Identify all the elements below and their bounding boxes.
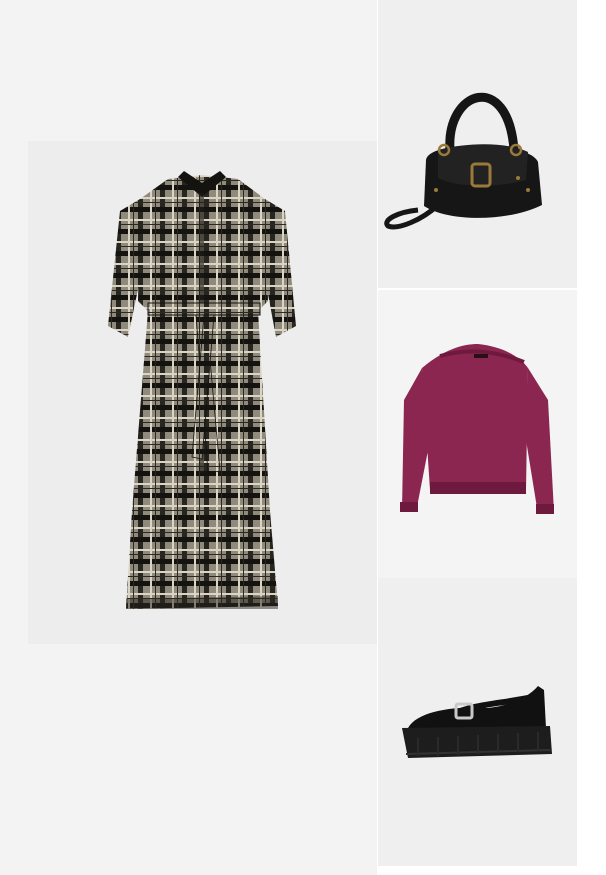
mary-jane-shoe-image [378, 578, 577, 866]
sweater-product-tile[interactable] [378, 290, 577, 578]
shoe-product-tile[interactable] [378, 578, 577, 866]
outfit-board [0, 0, 606, 875]
black-shoulder-bag-image [378, 0, 577, 288]
burgundy-sweatshirt-image [378, 290, 577, 578]
plaid-dress-image [28, 141, 377, 644]
bag-product-tile[interactable] [378, 0, 577, 288]
dress-product-tile[interactable] [28, 141, 377, 644]
